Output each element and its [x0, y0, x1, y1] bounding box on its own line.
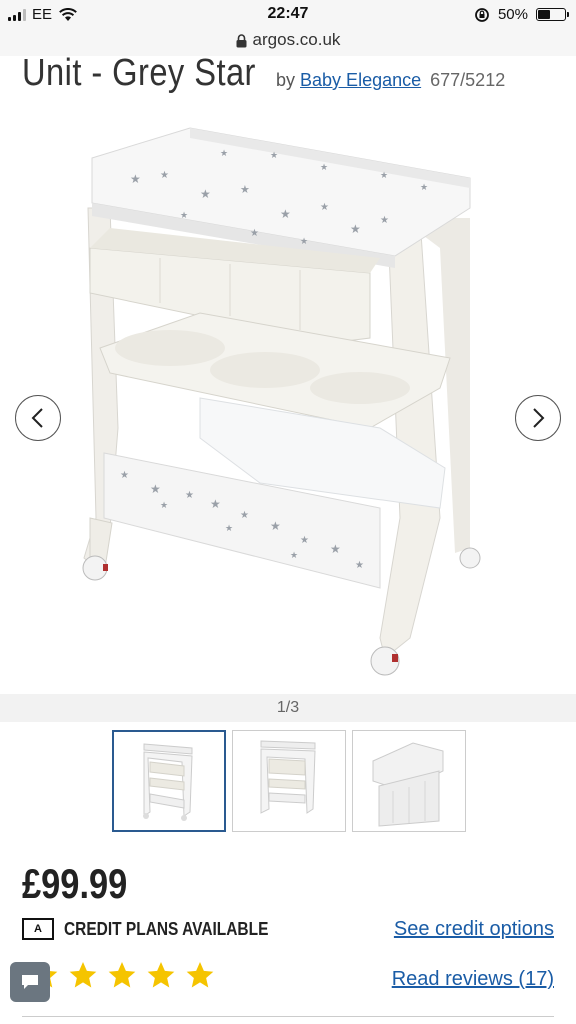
svg-text:★: ★	[150, 482, 161, 496]
svg-text:★: ★	[160, 500, 168, 510]
thumbnail-image	[143, 743, 193, 821]
read-reviews-link[interactable]: Read reviews (17)	[392, 968, 554, 991]
argos-card-icon: A	[22, 918, 54, 940]
thumbnail-image	[260, 740, 316, 814]
rotation-lock-icon	[475, 7, 489, 22]
thumbnail-2[interactable]	[232, 730, 346, 832]
svg-text:★: ★	[240, 184, 250, 196]
svg-text:★: ★	[210, 497, 221, 511]
svg-text:★: ★	[250, 228, 259, 239]
svg-text:★: ★	[280, 207, 291, 221]
svg-text:★: ★	[350, 222, 361, 236]
credit-plans-row: A CREDIT PLANS AVAILABLE	[22, 918, 302, 940]
url-text: argos.co.uk	[252, 30, 341, 49]
by-prefix: by	[276, 70, 296, 90]
image-counter: 1/3	[0, 694, 576, 722]
thumbnail-3[interactable]	[352, 730, 466, 832]
svg-text:★: ★	[300, 236, 308, 246]
svg-text:★: ★	[240, 510, 249, 521]
svg-text:★: ★	[355, 560, 364, 571]
star-icon	[108, 962, 136, 988]
svg-text:★: ★	[185, 490, 194, 501]
see-credit-options-link[interactable]: See credit options	[394, 918, 554, 941]
svg-text:★: ★	[320, 202, 329, 213]
product-image[interactable]: ★ ★ ★ ★ ★ ★ ★ ★ ★ ★ ★ ★ ★ ★ ★ ★ ★ ★ ★ ★ ★ ★ ★ ★ ★ ★	[0, 98, 576, 694]
next-image-button[interactable]	[515, 395, 561, 441]
thumbnail-1[interactable]	[112, 730, 226, 832]
svg-text:★: ★	[180, 210, 188, 220]
thumbnail-strip	[112, 730, 466, 832]
svg-text:★: ★	[380, 215, 389, 226]
product-title-row: Unit - Grey Star by Baby Elegance 677/52…	[22, 52, 576, 96]
product-title: Unit - Grey Star	[22, 52, 256, 94]
prev-image-button[interactable]	[15, 395, 61, 441]
svg-text:★: ★	[225, 523, 233, 533]
divider	[22, 1016, 554, 1017]
credit-plans-label: CREDIT PLANS AVAILABLE	[64, 918, 269, 939]
svg-text:★: ★	[220, 148, 228, 158]
svg-text:★: ★	[270, 150, 278, 160]
svg-text:★: ★	[200, 187, 211, 201]
rating-stars[interactable]	[28, 960, 216, 992]
svg-text:★: ★	[120, 470, 129, 481]
svg-text:★: ★	[330, 542, 341, 556]
chat-bubble-icon	[22, 975, 38, 989]
price: £99.99	[22, 860, 128, 907]
battery-percent: 50%	[497, 6, 528, 23]
chevron-right-icon	[533, 408, 545, 428]
product-code: 677/5212	[430, 70, 506, 90]
star-icon	[186, 962, 214, 988]
svg-text:★: ★	[300, 535, 309, 546]
star-icon	[69, 962, 97, 988]
byline: by Baby Elegance 677/5212	[276, 70, 505, 91]
svg-text:★: ★	[420, 182, 428, 192]
battery-icon	[536, 8, 569, 21]
svg-text:★: ★	[290, 550, 298, 560]
svg-text:★: ★	[160, 170, 169, 181]
changing-unit-illustration: ★ ★ ★ ★ ★ ★ ★ ★ ★ ★ ★ ★ ★ ★ ★ ★ ★ ★ ★ ★ ★ ★ ★ ★ ★ ★	[82, 127, 481, 676]
svg-text:★: ★	[130, 172, 141, 186]
svg-text:★: ★	[380, 170, 388, 180]
status-right: 50%	[474, 6, 569, 23]
lock-icon	[236, 33, 247, 48]
svg-text:★: ★	[270, 519, 281, 533]
brand-link[interactable]: Baby Elegance	[300, 70, 421, 90]
status-bar: EE 22:47 50%	[0, 0, 576, 30]
star-icon	[147, 962, 175, 988]
chevron-left-icon	[31, 408, 43, 428]
svg-text:★: ★	[320, 162, 328, 172]
thumbnail-image	[372, 742, 444, 827]
chat-button[interactable]	[10, 962, 50, 1002]
